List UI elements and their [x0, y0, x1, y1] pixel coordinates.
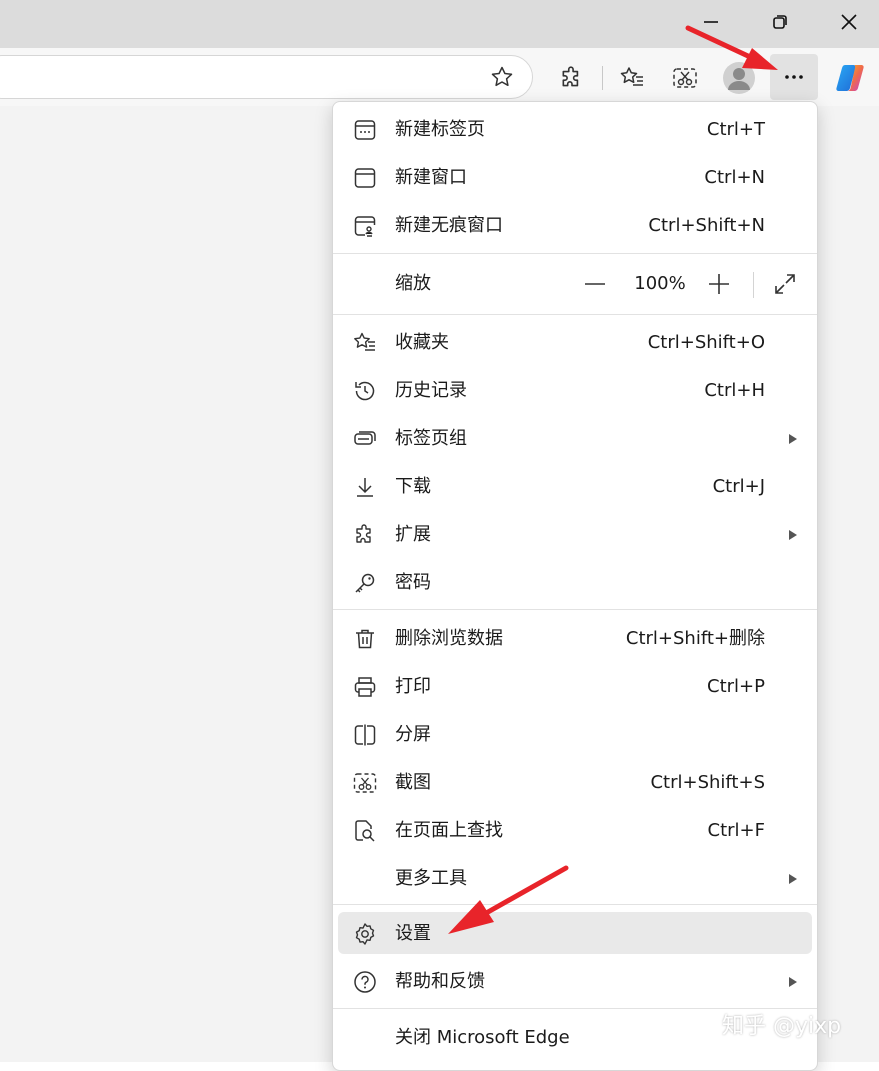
- watermark: 知乎 @yixp: [722, 1014, 842, 1039]
- annotation-arrow-settings: [448, 865, 569, 934]
- annotation-arrows: [448, 25, 778, 934]
- annotation-arrow-top: [685, 25, 778, 70]
